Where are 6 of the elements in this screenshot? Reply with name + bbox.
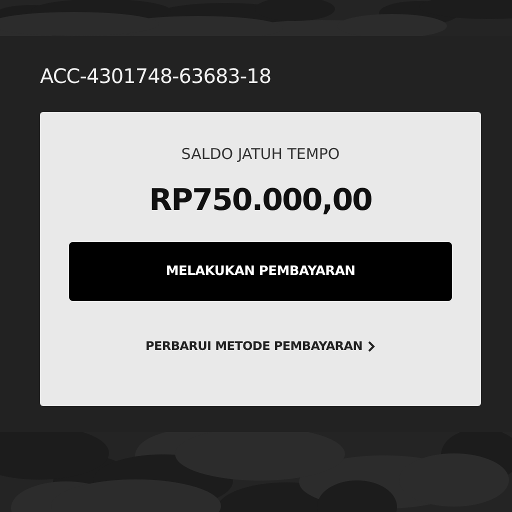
update-payment-link[interactable]: PERBARUI METODE PEMBAYARAN <box>146 339 376 353</box>
balance-label: SALDO JATUH TEMPO <box>181 145 340 163</box>
balance-amount: RP750.000,00 <box>149 183 372 218</box>
account-number: ACC-4301748-63683-18 <box>40 64 272 90</box>
pay-button[interactable]: MELAKUKAN PEMBAYARAN <box>69 242 452 301</box>
chevron-right-icon <box>368 340 376 352</box>
